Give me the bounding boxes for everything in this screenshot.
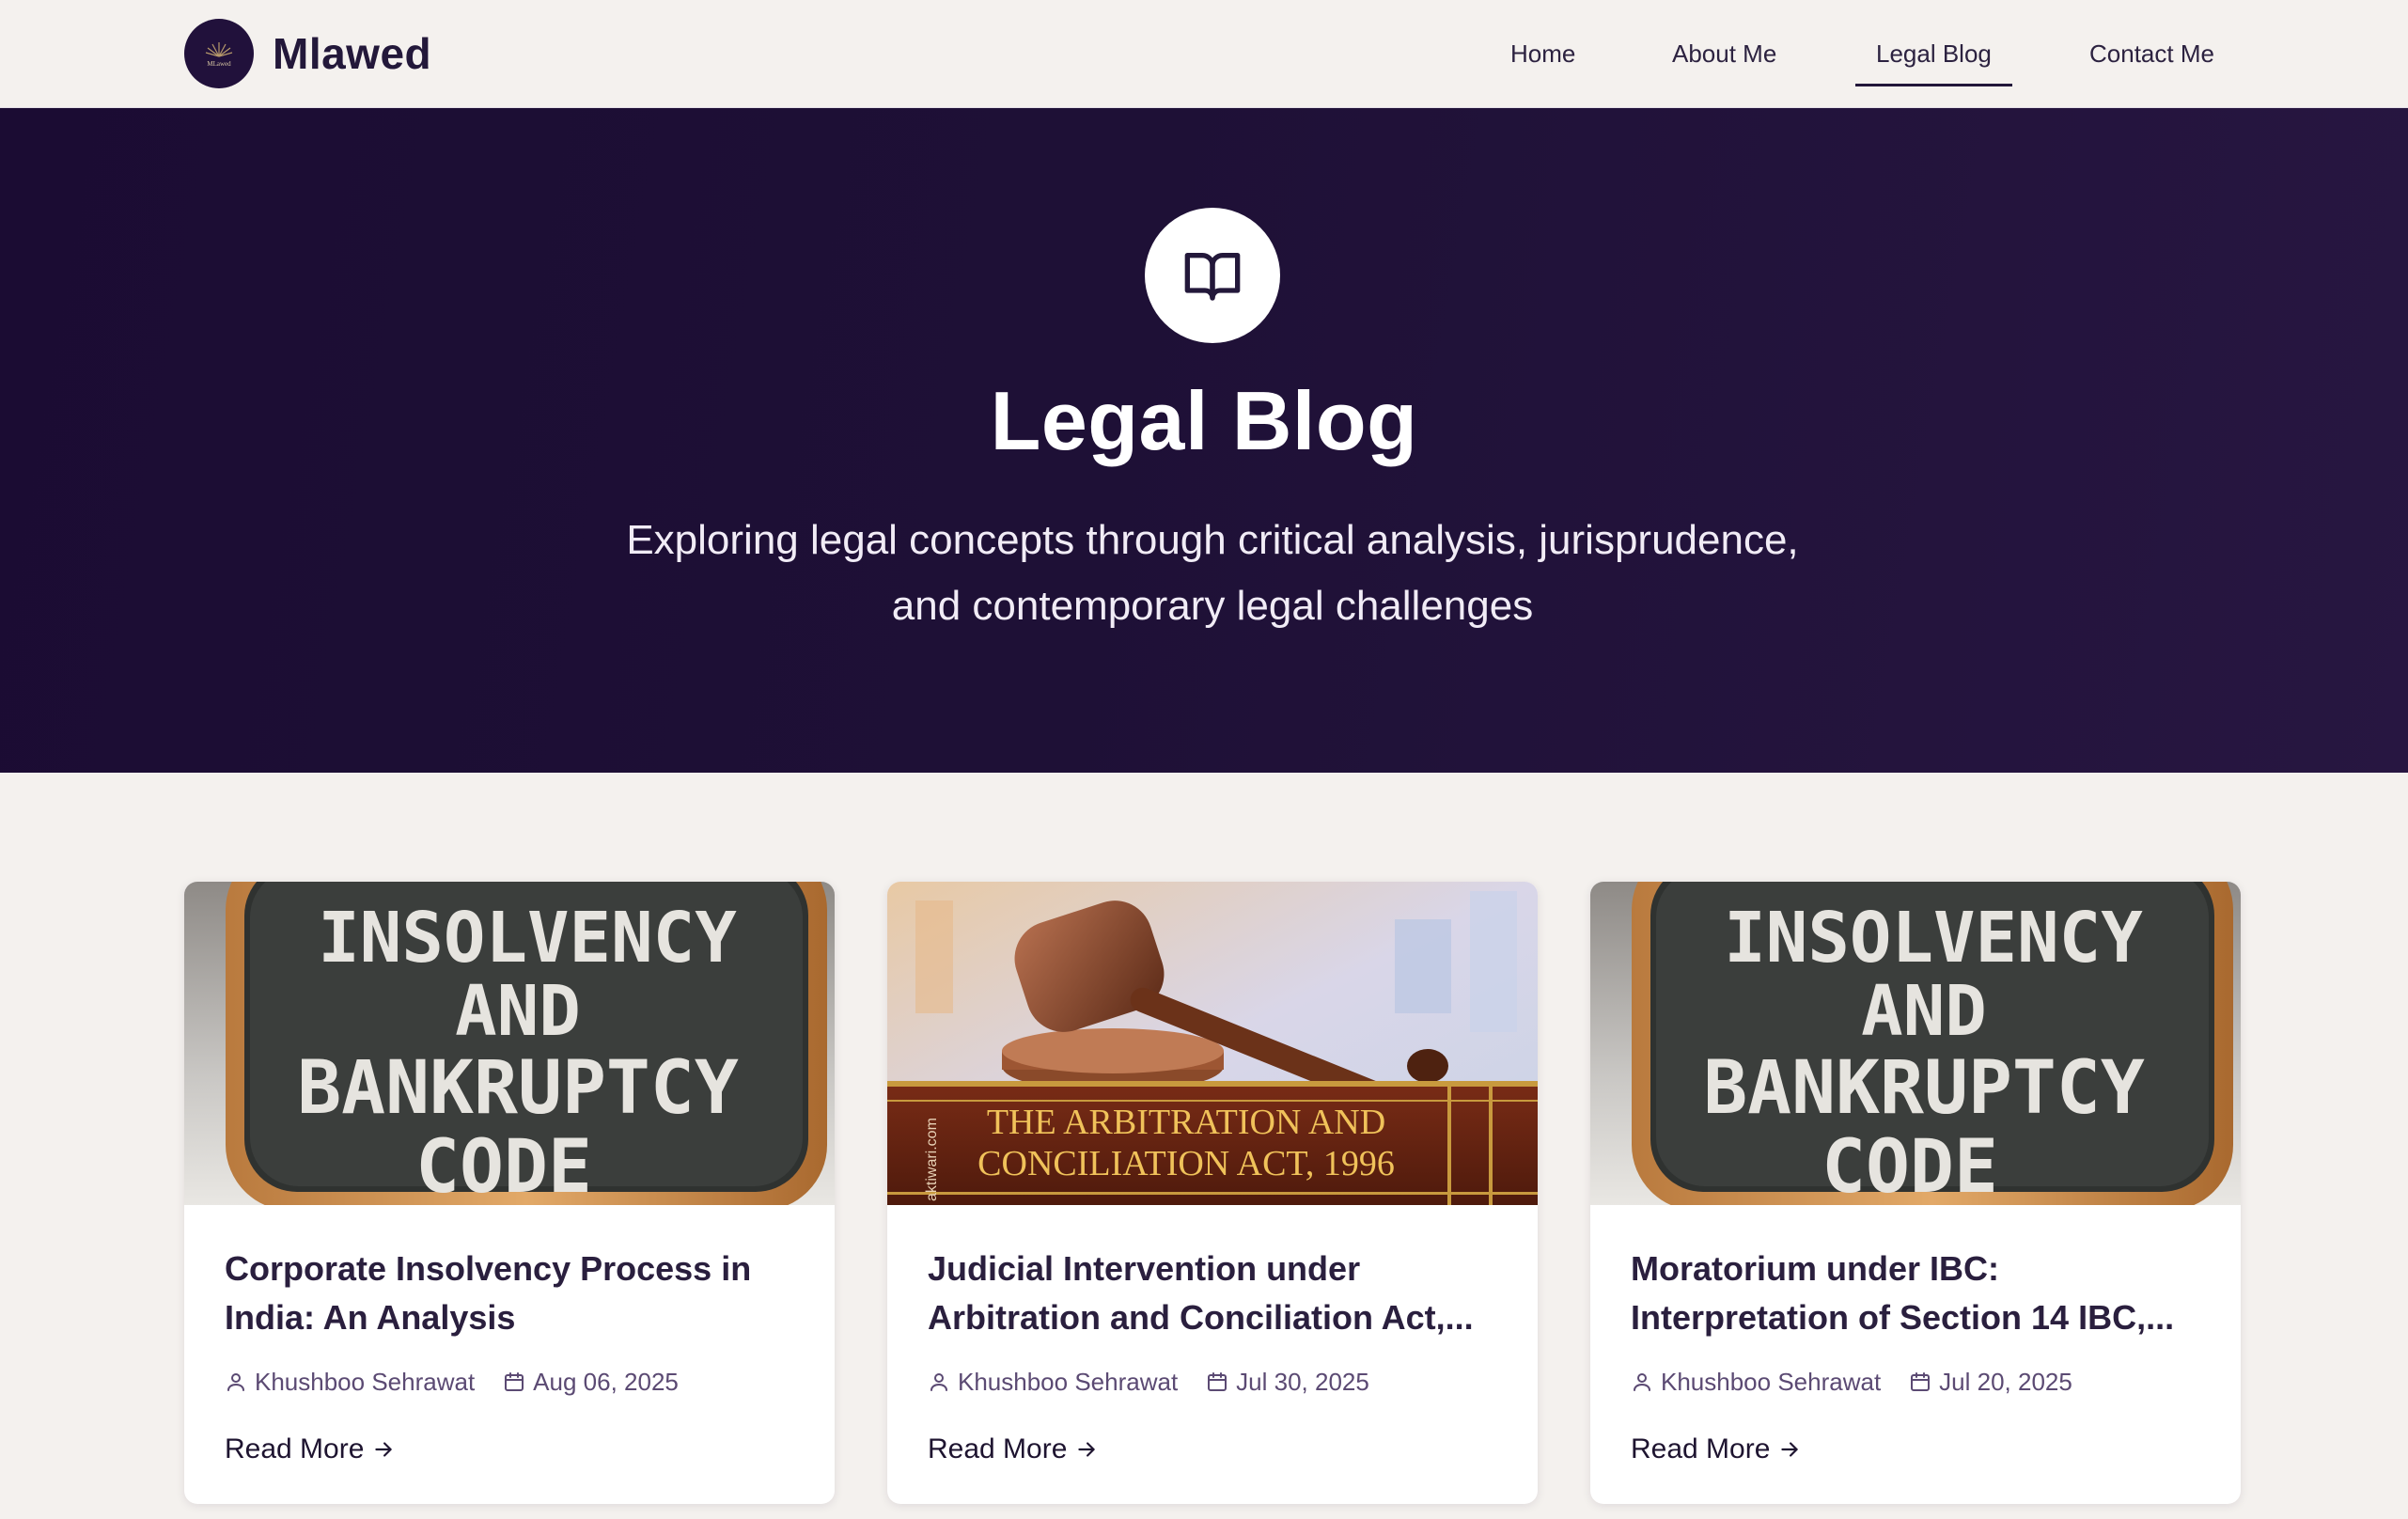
blog-card[interactable]: THE ARBITRATION AND CONCILIATION ACT, 19… (887, 882, 1538, 1504)
read-more-link[interactable]: Read More (1631, 1429, 1802, 1470)
card-image-text: CODE (415, 1125, 592, 1205)
card-title[interactable]: Judicial Intervention under Arbitration … (928, 1245, 1510, 1342)
card-image-text: INSOLVENCY (1724, 898, 2143, 979)
calendar-icon (505, 1372, 524, 1391)
nav-home[interactable]: Home (1510, 35, 1575, 72)
arrow-right-icon (1078, 1442, 1096, 1457)
page-title: Legal Blog (990, 374, 1418, 467)
card-image-text: BANKRUPTCY (1703, 1046, 2145, 1131)
nav-legal-blog[interactable]: Legal Blog (1855, 35, 2012, 86)
card-title[interactable]: Moratorium under IBC: Interpretation of … (1631, 1245, 2213, 1342)
blog-card[interactable]: INSOLVENCY AND BANKRUPTCY CODE Corporate… (184, 882, 835, 1504)
card-date: Jul 20, 2025 (1939, 1367, 2072, 1396)
read-more-label: Read More (225, 1433, 365, 1464)
calendar-icon (1208, 1372, 1227, 1391)
card-image-text: INSOLVENCY (318, 898, 737, 979)
card-image-text: THE ARBITRATION AND (987, 1103, 1385, 1142)
main-nav: Home About Me Legal Blog Contact Me (0, 0, 2408, 108)
card-image-insolvency[interactable]: INSOLVENCY AND BANKRUPTCY CODE (184, 882, 835, 1205)
card-image-insolvency[interactable]: INSOLVENCY AND BANKRUPTCY CODE (1590, 882, 2241, 1205)
blog-card[interactable]: INSOLVENCY AND BANKRUPTCY CODE Moratoriu… (1590, 882, 2241, 1504)
arrow-right-icon (375, 1442, 393, 1457)
card-author: Khushboo Sehrawat (255, 1367, 476, 1396)
card-meta: Khushboo Sehrawat Jul 30, 2025 (928, 1363, 1369, 1401)
card-image-watermark: aktiwari.com (924, 1118, 940, 1201)
card-author: Khushboo Sehrawat (1661, 1367, 1882, 1396)
card-image-text: BANKRUPTCY (297, 1046, 739, 1131)
read-more-link[interactable]: Read More (928, 1429, 1099, 1470)
hero-subtitle: Exploring legal concepts through critica… (526, 508, 1899, 639)
calendar-icon (1911, 1372, 1931, 1391)
arrow-right-icon (1781, 1442, 1799, 1457)
read-more-label: Read More (928, 1433, 1068, 1464)
card-author: Khushboo Sehrawat (958, 1367, 1179, 1396)
card-title[interactable]: Corporate Insolvency Process in India: A… (225, 1245, 807, 1342)
card-date: Jul 30, 2025 (1236, 1367, 1369, 1396)
user-icon (1634, 1373, 1650, 1391)
card-meta: Khushboo Sehrawat Aug 06, 2025 (225, 1363, 679, 1401)
hero-subtitle-line-2: and contemporary legal challenges (891, 583, 1534, 629)
user-icon (227, 1373, 244, 1391)
card-image-arbitration[interactable]: THE ARBITRATION AND CONCILIATION ACT, 19… (887, 882, 1538, 1205)
card-meta: Khushboo Sehrawat Jul 20, 2025 (1631, 1363, 2072, 1401)
read-more-label: Read More (1631, 1433, 1771, 1464)
card-date: Aug 06, 2025 (533, 1367, 679, 1396)
hero-banner: Legal Blog Exploring legal concepts thro… (0, 108, 2408, 773)
card-image-text: AND (1861, 971, 1987, 1052)
card-image-text: CONCILIATION ACT, 1996 (977, 1144, 1395, 1183)
read-more-link[interactable]: Read More (225, 1429, 396, 1470)
nav-about-me[interactable]: About Me (1672, 35, 1776, 72)
top-navbar: MLawed Mlawed Home About Me Legal Blog C… (0, 0, 2408, 108)
user-icon (930, 1373, 947, 1391)
card-image-text: CODE (1822, 1125, 1998, 1205)
hero-subtitle-line-1: Exploring legal concepts through critica… (626, 517, 1799, 563)
nav-contact-me[interactable]: Contact Me (2089, 35, 2214, 72)
card-image-text: AND (455, 971, 581, 1052)
open-book-icon (1145, 208, 1280, 343)
